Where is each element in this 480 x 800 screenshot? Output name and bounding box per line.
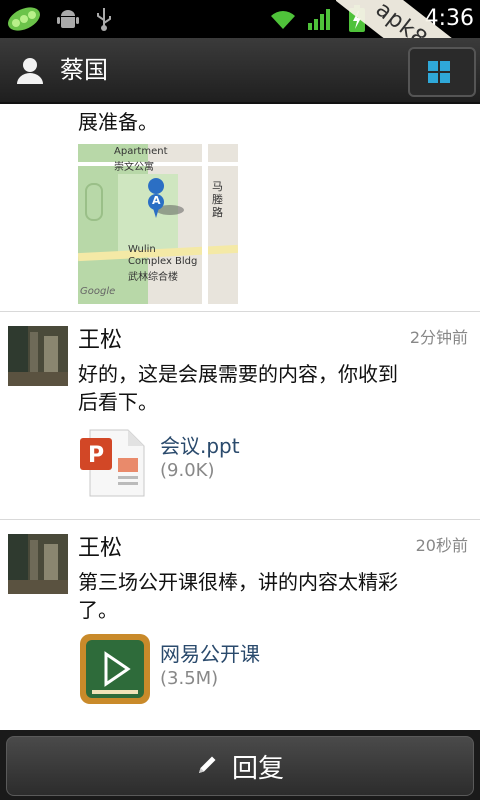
attachment-name: 网易公开课 <box>160 642 260 666</box>
pencil-icon <box>196 752 220 780</box>
user-icon <box>14 54 46 86</box>
message-line: 后看下。 <box>78 390 158 414</box>
clock: 4:36 <box>424 6 474 31</box>
sender-name: 王松 <box>78 328 123 353</box>
location-map[interactable]: A Apartment 崇文公寓 马塍路 Wulin Complex Bldg … <box>78 144 238 304</box>
message-time: 2分钟前 <box>409 328 468 347</box>
sender-name: 王松 <box>78 536 123 561</box>
app-notification-icon <box>4 0 44 38</box>
map-label: Complex Bldg <box>128 256 198 267</box>
map-marker-label: A <box>152 194 161 207</box>
bottom-bar: 回复 <box>0 730 480 800</box>
message-line: 了。 <box>78 598 118 622</box>
map-label: Wulin <box>128 244 156 255</box>
file-attachment[interactable]: P 会议.ppt (9.0K) <box>78 424 378 504</box>
signal-icon <box>306 0 334 38</box>
message-text: 展准备。 <box>78 110 158 134</box>
page-title: 蔡国 <box>60 56 108 84</box>
reply-label: 回复 <box>231 753 284 784</box>
battery-charging-icon <box>346 0 368 38</box>
avatar[interactable] <box>8 326 68 386</box>
title-bar: 蔡国 <box>0 38 480 104</box>
message-item[interactable]: 王松 2分钟前 好的，这是会展需要的内容，你收到 后看下。 P 会议.ppt (… <box>0 312 480 520</box>
svg-text:P: P <box>88 443 104 468</box>
ppt-file-icon: P <box>78 424 152 500</box>
status-bar: 4:36 apk8.com <box>0 0 480 120</box>
map-label: 马塍路 <box>212 180 223 219</box>
app-attachment[interactable]: 网易公开课 (3.5M) <box>78 632 378 712</box>
menu-button[interactable] <box>408 47 476 97</box>
avatar[interactable] <box>8 534 68 594</box>
wifi-icon <box>266 0 300 38</box>
message-line: 好的，这是会展需要的内容，你收到 <box>78 362 398 386</box>
message-text: 第三场公开课很棒，讲的内容太精彩 了。 <box>78 568 438 624</box>
conversation-list[interactable]: 展准备。 A Apartment 崇文公寓 马塍路 Wulin Complex … <box>0 104 480 730</box>
attachment-size: (9.0K) <box>160 460 215 481</box>
map-label: 武林综合楼 <box>128 272 178 283</box>
reply-button[interactable]: 回复 <box>6 736 474 796</box>
map-label: Apartment <box>114 146 168 157</box>
message-line: 第三场公开课很棒，讲的内容太精彩 <box>78 570 398 594</box>
android-debug-icon <box>54 0 82 38</box>
usb-icon <box>92 0 116 38</box>
message-time: 20秒前 <box>415 536 468 555</box>
map-label: 崇文公寓 <box>114 162 154 173</box>
google-logo: Google <box>80 286 116 297</box>
message-text: 好的，这是会展需要的内容，你收到 后看下。 <box>78 360 438 416</box>
message-item[interactable]: 王松 20秒前 第三场公开课很棒，讲的内容太精彩 了。 网易公开课 (3.5M) <box>0 520 480 728</box>
attachment-name: 会议.ppt <box>160 434 240 458</box>
attachment-size: (3.5M) <box>160 668 219 689</box>
open-course-app-icon <box>78 632 152 708</box>
